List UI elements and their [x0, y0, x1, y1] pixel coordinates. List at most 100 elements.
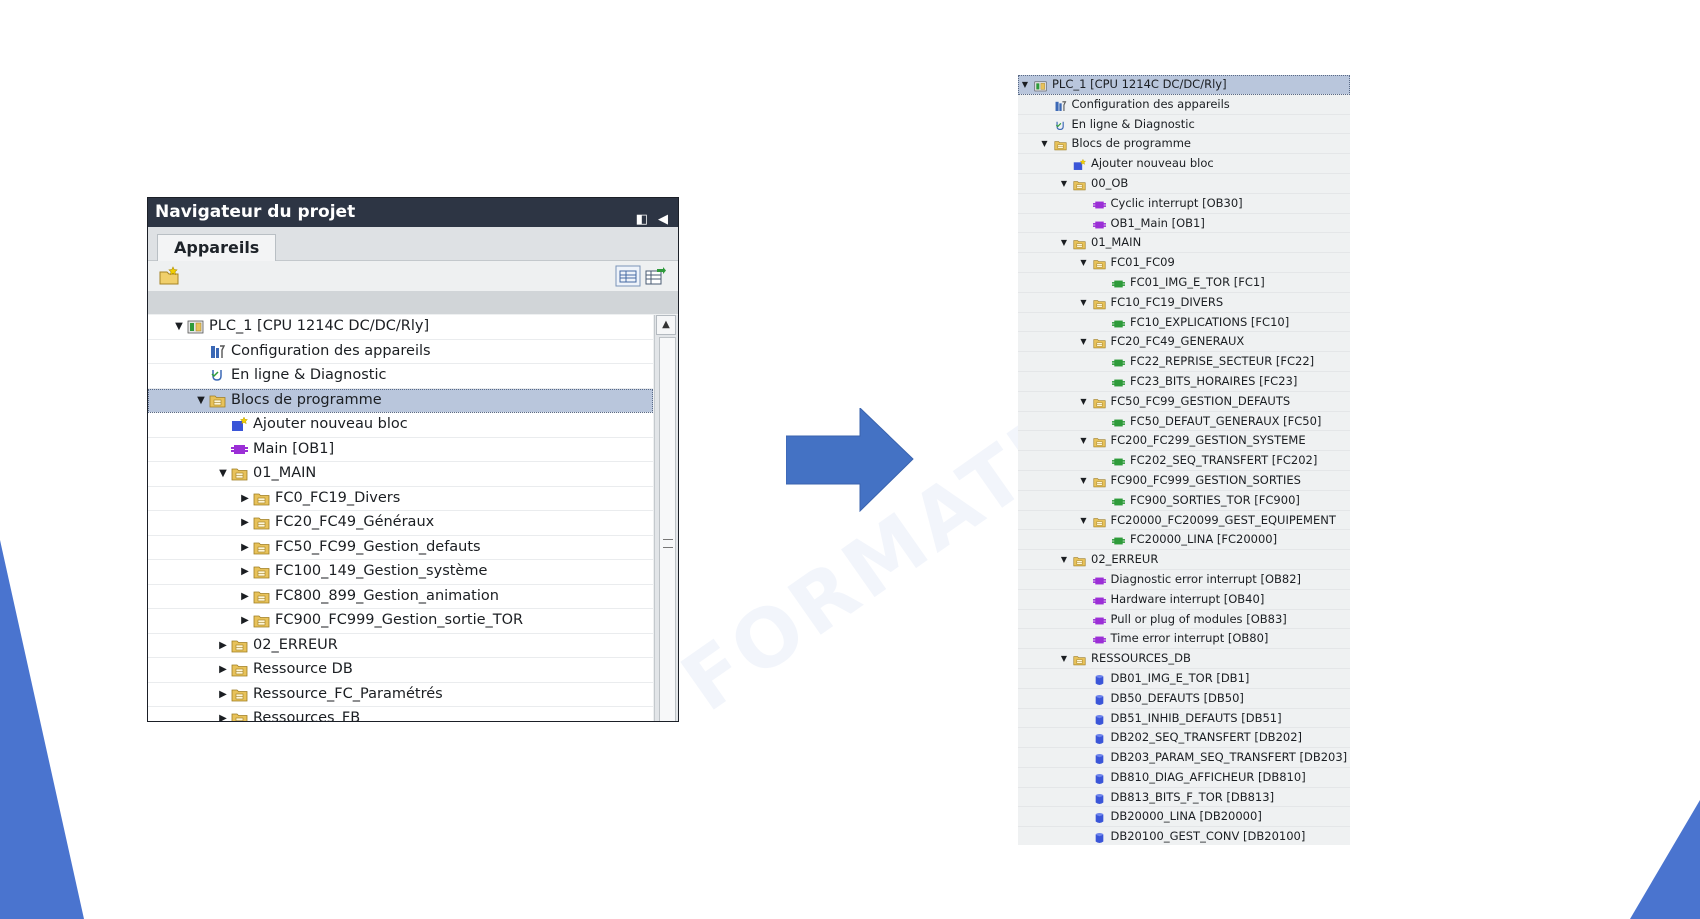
- tree-item[interactable]: Diagnostic error interrupt [OB82]: [1018, 570, 1350, 590]
- tree-item-label: Blocs de programme: [231, 391, 382, 408]
- tree-item[interactable]: DB50_DEFAUTS [DB50]: [1018, 689, 1350, 709]
- tree-item[interactable]: OB1_Main [OB1]: [1018, 214, 1350, 234]
- tree-item[interactable]: ▼ FC200_FC299_GESTION_SYSTEME: [1018, 431, 1350, 452]
- tree-item[interactable]: Pull or plug of modules [OB83]: [1018, 610, 1350, 630]
- collapsed-arrow-icon[interactable]: ▶: [217, 707, 229, 721]
- tree-item[interactable]: ▼ FC900_FC999_GESTION_SORTIES: [1018, 471, 1350, 491]
- ob-block-icon: [1092, 198, 1106, 210]
- expanded-arrow-icon[interactable]: ▼: [1079, 431, 1089, 451]
- tree-item[interactable]: FC10_EXPLICATIONS [FC10]: [1018, 313, 1350, 333]
- tree-item-label: Ressource DB: [253, 661, 353, 677]
- collapsed-arrow-icon[interactable]: ▶: [239, 487, 251, 511]
- expanded-arrow-icon[interactable]: ▼: [195, 389, 207, 413]
- tree-item[interactable]: FC50_DEFAUT_GENERAUX [FC50]: [1018, 412, 1350, 432]
- tree-item[interactable]: ▶ FC900_FC999_Gestion_sortie_TOR: [148, 609, 653, 634]
- tree-item-label: En ligne & Diagnostic: [1071, 116, 1195, 131]
- tree-item-label: FC900_FC999_GESTION_SORTIES: [1110, 472, 1301, 487]
- tree-item[interactable]: Configuration des appareils: [1018, 95, 1350, 115]
- tree-item[interactable]: DB810_DIAG_AFFICHEUR [DB810]: [1018, 768, 1350, 788]
- expanded-arrow-icon[interactable]: ▼: [173, 315, 185, 339]
- folder-icon: [1073, 178, 1086, 191]
- tree-item[interactable]: DB20000_LINA [DB20000]: [1018, 807, 1350, 828]
- tree-item[interactable]: FC20000_LINA [FC20000]: [1018, 530, 1350, 551]
- tree-item[interactable]: ▼ RESSOURCES_DB: [1018, 649, 1350, 669]
- tree-item[interactable]: ▼ 02_ERREUR: [1018, 550, 1350, 570]
- tree-item[interactable]: En ligne & Diagnostic: [148, 364, 653, 389]
- tree-item[interactable]: DB813_BITS_F_TOR [DB813]: [1018, 788, 1350, 808]
- table-export-icon[interactable]: [645, 266, 667, 286]
- tree-item[interactable]: ▶ FC0_FC19_Divers: [148, 487, 653, 511]
- tree-item-label: FC900_FC999_Gestion_sortie_TOR: [275, 612, 524, 628]
- tree-item[interactable]: ▶ Ressource DB: [148, 658, 653, 683]
- folder-icon: [253, 540, 270, 555]
- db-block-icon: [1093, 811, 1106, 824]
- collapsed-arrow-icon[interactable]: ▶: [239, 609, 251, 633]
- tree-item[interactable]: ▼ 00_OB: [1018, 174, 1350, 194]
- tree-item[interactable]: Ajouter nouveau bloc: [148, 413, 653, 438]
- tree-item[interactable]: ▶ Ressources_FB: [148, 707, 653, 721]
- tree-item[interactable]: DB51_INHIB_DEFAUTS [DB51]: [1018, 709, 1350, 729]
- expanded-arrow-icon[interactable]: ▼: [1040, 134, 1050, 154]
- tree-item[interactable]: FC202_SEQ_TRANSFERT [FC202]: [1018, 451, 1350, 471]
- collapsed-arrow-icon[interactable]: ▶: [239, 511, 251, 535]
- collapsed-arrow-icon[interactable]: ▶: [217, 634, 229, 658]
- tree-item[interactable]: Main [OB1]: [148, 438, 653, 462]
- expanded-arrow-icon[interactable]: ▼: [1079, 293, 1089, 313]
- tree-item[interactable]: FC900_SORTIES_TOR [FC900]: [1018, 491, 1350, 511]
- tree-item[interactable]: ▼ PLC_1 [CPU 1214C DC/DC/Rly]: [1018, 75, 1350, 95]
- expanded-arrow-icon[interactable]: ▼: [1079, 392, 1089, 412]
- tree-item[interactable]: ▼ FC20_FC49_GENERAUX: [1018, 332, 1350, 353]
- tree-item[interactable]: ▼ Blocs de programme: [148, 388, 653, 413]
- tree-item[interactable]: DB203_PARAM_SEQ_TRANSFERT [DB203]: [1018, 748, 1350, 768]
- collapsed-arrow-icon[interactable]: ▶: [239, 536, 251, 560]
- add-folder-icon[interactable]: [158, 266, 180, 286]
- scroll-up-button[interactable]: ▲: [656, 315, 676, 335]
- expanded-arrow-icon[interactable]: ▼: [1059, 174, 1069, 194]
- tree-item[interactable]: DB202_SEQ_TRANSFERT [DB202]: [1018, 728, 1350, 749]
- tree-item[interactable]: ▶ FC100_149_Gestion_système: [148, 560, 653, 585]
- collapsed-arrow-icon[interactable]: ▶: [217, 683, 229, 707]
- expanded-arrow-icon[interactable]: ▼: [1079, 471, 1089, 491]
- tree-item[interactable]: DB20100_GEST_CONV [DB20100]: [1018, 827, 1350, 845]
- collapsed-arrow-icon[interactable]: ▶: [239, 560, 251, 584]
- tree-item[interactable]: ▶ FC20_FC49_Généraux: [148, 511, 653, 536]
- tree-item[interactable]: FC23_BITS_HORAIRES [FC23]: [1018, 372, 1350, 392]
- tree-item[interactable]: ▶ 02_ERREUR: [148, 634, 653, 658]
- tree-item[interactable]: ▼ PLC_1 [CPU 1214C DC/DC/Rly]: [148, 315, 653, 340]
- tree-item[interactable]: Time error interrupt [OB80]: [1018, 629, 1350, 650]
- expanded-arrow-icon[interactable]: ▼: [1059, 649, 1069, 669]
- expanded-arrow-icon[interactable]: ▼: [1079, 253, 1089, 273]
- tree-item[interactable]: ▼ FC01_FC09: [1018, 253, 1350, 273]
- overview-icon[interactable]: [615, 265, 641, 287]
- tree-item[interactable]: DB01_IMG_E_TOR [DB1]: [1018, 669, 1350, 689]
- expanded-arrow-icon[interactable]: ▼: [1079, 511, 1089, 531]
- tree-item[interactable]: ▼ 01_MAIN: [148, 462, 653, 487]
- tree-item[interactable]: FC01_IMG_E_TOR [FC1]: [1018, 273, 1350, 293]
- tree-item[interactable]: ▶ FC50_FC99_Gestion_defauts: [148, 536, 653, 560]
- collapsed-arrow-icon[interactable]: ▶: [217, 658, 229, 682]
- navigator-toolbar: [148, 261, 678, 291]
- tree-item[interactable]: ▶ Ressource_FC_Paramétrés: [148, 683, 653, 707]
- tree-item[interactable]: ▼ FC10_FC19_DIVERS: [1018, 293, 1350, 313]
- expanded-arrow-icon[interactable]: ▼: [1020, 75, 1030, 95]
- tree-item[interactable]: ▼ FC20000_FC20099_GEST_EQUIPEMENT: [1018, 511, 1350, 531]
- tree-item[interactable]: ▶ FC800_899_Gestion_animation: [148, 585, 653, 609]
- tree-item[interactable]: FC22_REPRISE_SECTEUR [FC22]: [1018, 352, 1350, 372]
- fc-block-icon: [1112, 455, 1125, 467]
- tree-item[interactable]: Configuration des appareils: [148, 340, 653, 364]
- expanded-arrow-icon[interactable]: ▼: [1079, 332, 1089, 352]
- vertical-scrollbar[interactable]: ▲: [654, 315, 678, 721]
- tree-item[interactable]: Hardware interrupt [OB40]: [1018, 590, 1350, 610]
- scrollbar-thumb[interactable]: [659, 337, 676, 721]
- expanded-arrow-icon[interactable]: ▼: [1059, 550, 1069, 570]
- expanded-arrow-icon[interactable]: ▼: [217, 462, 229, 486]
- collapsed-arrow-icon[interactable]: ▶: [239, 585, 251, 609]
- tree-item[interactable]: ▼ FC50_FC99_GESTION_DEFAUTS: [1018, 392, 1350, 412]
- tree-item[interactable]: Cyclic interrupt [OB30]: [1018, 194, 1350, 214]
- tab-appareils[interactable]: Appareils: [157, 234, 277, 261]
- tree-item[interactable]: Ajouter nouveau bloc: [1018, 154, 1350, 174]
- expanded-arrow-icon[interactable]: ▼: [1059, 233, 1069, 253]
- tree-item[interactable]: En ligne & Diagnostic: [1018, 115, 1350, 135]
- tree-item[interactable]: ▼ 01_MAIN: [1018, 233, 1350, 254]
- tree-item[interactable]: ▼ Blocs de programme: [1018, 134, 1350, 155]
